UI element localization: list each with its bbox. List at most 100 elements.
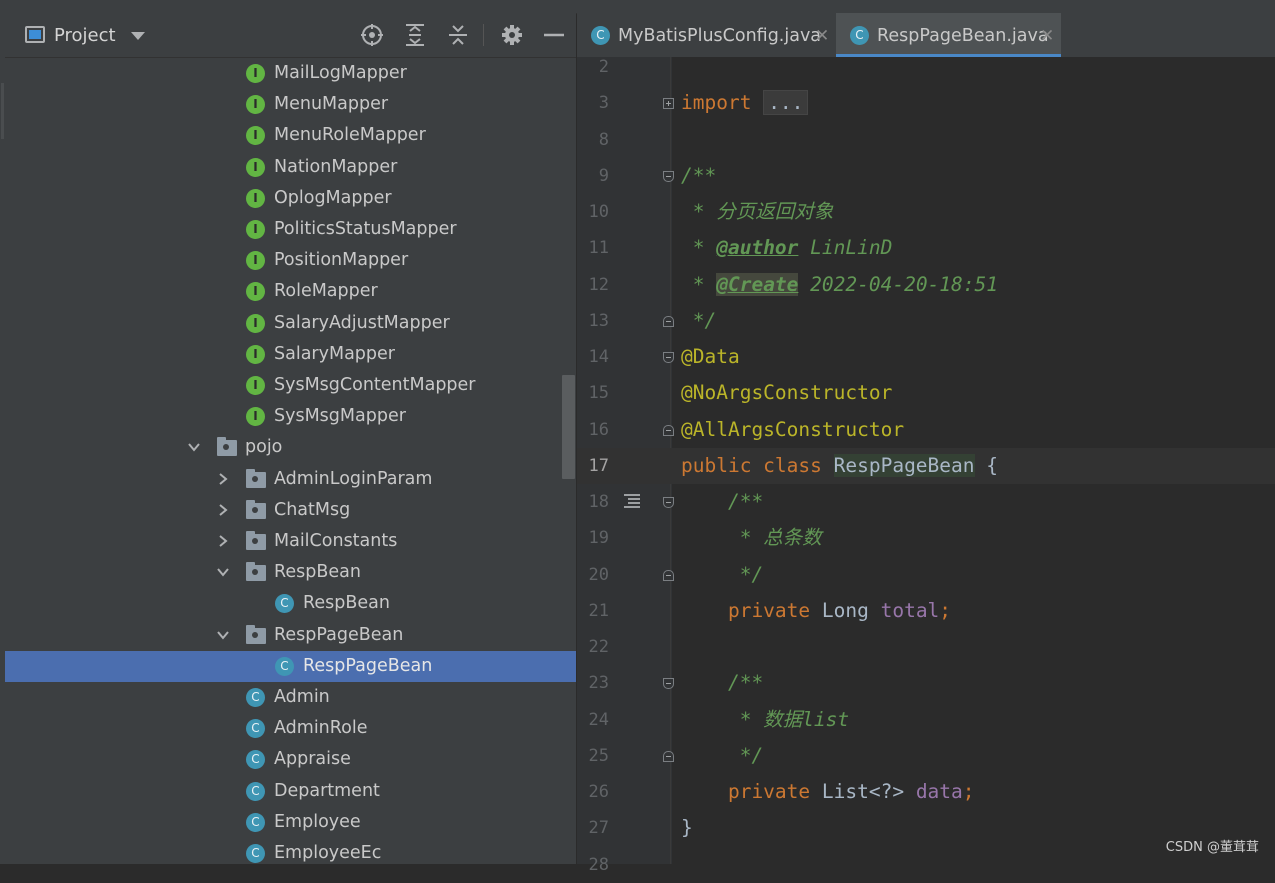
chevron-down-icon[interactable] [187, 440, 201, 454]
tree-row-sysmsgmapper[interactable]: I SysMsgMapper [5, 401, 576, 432]
tree-row-resppagebean[interactable]: RespPageBean [5, 620, 576, 651]
line-number: 28 [588, 854, 609, 875]
folder-icon [217, 437, 237, 457]
tree-row-nationmapper[interactable]: I NationMapper [5, 152, 576, 183]
line-number: 24 [588, 709, 609, 730]
tree-item-label: AdminLoginParam [274, 468, 433, 489]
tree-row-rolemapper[interactable]: I RoleMapper [5, 276, 576, 307]
class-icon: C [246, 688, 265, 707]
tree-row-mailconstants[interactable]: MailConstants [5, 526, 576, 557]
code-line: * 总条数 [681, 526, 822, 550]
tree-item-label: EmployeeEc [274, 843, 382, 863]
close-icon[interactable]: ✕ [1040, 25, 1054, 47]
code-line: /** [681, 671, 764, 695]
tree-row-respbean[interactable]: C RespBean [5, 588, 576, 619]
project-panel-title[interactable]: Project [54, 25, 116, 47]
hide-icon[interactable] [542, 23, 566, 47]
line-number: 16 [588, 419, 609, 440]
code-line: } [681, 816, 693, 840]
expand-fold-icon[interactable] [663, 98, 674, 110]
fold-icon[interactable] [663, 678, 674, 690]
tree-row-positionmapper[interactable]: I PositionMapper [5, 245, 576, 276]
fold-icon[interactable] [663, 352, 674, 363]
line-number: 22 [588, 637, 609, 657]
tree-row-salarymapper[interactable]: I SalaryMapper [5, 339, 576, 370]
tree-row-maillogmapper[interactable]: I MailLogMapper [5, 58, 576, 89]
interface-icon: I [246, 220, 265, 239]
tree-item-label: MailConstants [274, 531, 398, 551]
code-line: * @Create 2022-04-20-18:51 [681, 272, 999, 296]
class-icon: C [275, 656, 294, 676]
line-number: 14 [588, 347, 609, 367]
class-icon: C [246, 844, 265, 863]
tree-row-sysmsgcontentmapper[interactable]: I SysMsgContentMapper [5, 370, 576, 401]
tree-row-menumapper[interactable]: I MenuMapper [5, 89, 576, 120]
code-line: * 分页返回对象 [681, 200, 834, 223]
tree-row-admin[interactable]: C Admin [5, 682, 576, 713]
code-line: private List<?> data; [681, 780, 975, 803]
tree-row-appraise[interactable]: C Appraise [5, 744, 576, 775]
tree-row-employee[interactable]: C Employee [5, 807, 576, 838]
tree-row-pojo[interactable]: pojo [5, 432, 576, 463]
class-icon: C [246, 750, 265, 770]
scrollbar-thumb[interactable] [562, 375, 575, 479]
tree-item-label: Admin [274, 687, 330, 707]
fold-end-icon[interactable] [663, 569, 674, 581]
locate-icon[interactable] [360, 23, 384, 47]
expand-all-icon[interactable] [403, 23, 427, 47]
tree-item-label: RoleMapper [274, 281, 378, 302]
fold-icon[interactable] [663, 170, 674, 182]
code-line: * 数据list [681, 707, 850, 731]
tree-row-department[interactable]: C Department [5, 776, 576, 807]
code-line: @NoArgsConstructor [681, 381, 893, 405]
tree-row-adminloginparam[interactable]: AdminLoginParam [5, 464, 576, 495]
editor-area: C MyBatisPlusConfig.java ✕ C RespPageBean.ja… [577, 13, 1275, 875]
chevron-right-icon[interactable] [216, 472, 230, 486]
editor-tabs: C MyBatisPlusConfig.java ✕ C RespPageBean.ja… [577, 13, 1275, 58]
class-icon: C [246, 719, 265, 739]
tree-item-label: ChatMsg [274, 499, 351, 520]
chevron-right-icon[interactable] [216, 503, 230, 517]
tab-mybatisplusconfig-java[interactable]: C MyBatisPlusConfig.java ✕ [577, 13, 835, 57]
tree-row-salaryadjustmapper[interactable]: I SalaryAdjustMapper [5, 308, 576, 339]
tab-resppagebean-java[interactable]: C RespPageBean.java ✕ [836, 13, 1061, 57]
tree-item-label: MailLogMapper [274, 63, 407, 83]
tree-item-label: Appraise [274, 749, 351, 770]
interface-icon: I [246, 376, 265, 395]
fold-end-icon[interactable] [663, 750, 674, 762]
chevron-down-icon[interactable] [131, 32, 145, 40]
gear-icon[interactable] [500, 23, 524, 47]
tree-row-resppagebean[interactable]: C RespPageBean [5, 650, 576, 682]
chevron-right-icon[interactable] [216, 534, 230, 548]
close-icon[interactable]: ✕ [815, 25, 829, 47]
line-number: 9 [598, 165, 609, 186]
line-number: 13 [588, 310, 609, 331]
tree-row-employeeec[interactable]: C EmployeeEc [5, 838, 576, 864]
tree-item-label: RespBean [274, 562, 361, 583]
fold-icon[interactable] [663, 497, 674, 508]
fold-end-icon[interactable] [663, 424, 674, 436]
code-line: */ [681, 743, 764, 767]
chevron-down-icon[interactable] [216, 628, 230, 642]
rendered-doc-icon[interactable] [624, 494, 644, 510]
code-line: private Long total; [681, 598, 952, 622]
line-number: 11 [588, 238, 609, 259]
interface-icon: I [246, 313, 265, 333]
line-number: 27 [588, 818, 609, 839]
collapse-all-icon[interactable] [446, 23, 470, 47]
code-line: * @author LinLinD [681, 236, 893, 260]
tree-row-politicsstatusmapper[interactable]: I PoliticsStatusMapper [5, 214, 576, 245]
interface-icon: I [246, 344, 265, 364]
class-icon: C [246, 781, 265, 801]
fold-end-icon[interactable] [663, 315, 674, 327]
code-line: /** [681, 490, 764, 513]
tree-row-respbean[interactable]: RespBean [5, 557, 576, 588]
tree-item-label: RespPageBean [303, 655, 433, 676]
line-number: 19 [588, 528, 609, 549]
code-line: @AllArgsConstructor [681, 417, 905, 441]
tree-row-adminrole[interactable]: C AdminRole [5, 713, 576, 744]
tree-row-oplogmapper[interactable]: I OplogMapper [5, 183, 576, 214]
tree-row-menurolemapper[interactable]: I MenuRoleMapper [5, 120, 576, 151]
chevron-down-icon[interactable] [216, 565, 230, 579]
tree-row-chatmsg[interactable]: ChatMsg [5, 495, 576, 526]
